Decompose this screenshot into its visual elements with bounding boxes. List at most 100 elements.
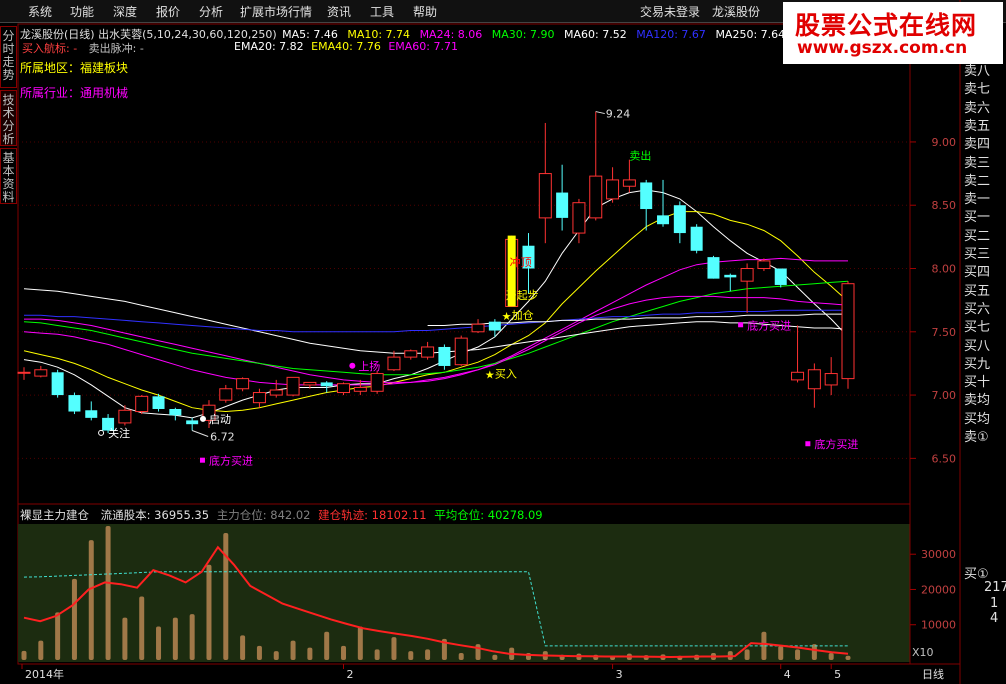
- volume-bar: [273, 651, 279, 660]
- indicator-name: 裸显主力建仓: [20, 508, 89, 522]
- volume-bar: [290, 640, 296, 660]
- volume-bar: [811, 644, 817, 660]
- candle: [841, 281, 855, 389]
- orderbook-sell-extra: 卖①: [964, 430, 989, 445]
- candle: [118, 405, 132, 426]
- volume-bar: [425, 649, 431, 660]
- candle-body-up: [404, 350, 418, 358]
- orderbook-buy-level: 买十: [964, 375, 991, 391]
- candle-body-up: [572, 202, 586, 234]
- candle: [353, 379, 367, 396]
- orderbook-buy-level: 买三: [964, 247, 991, 262]
- candle-body-up: [252, 392, 266, 404]
- candle-body-down: [438, 346, 451, 366]
- price-chart[interactable]: 30000 20000 10000 X10 9.00 8.50 8.00 7.50 7.00 6…: [0, 0, 1006, 684]
- volume-bar: [139, 596, 145, 660]
- candle-body-up: [34, 369, 48, 377]
- volume-bar: [172, 617, 178, 660]
- avg-position-label: 平均仓位: 40278.09: [434, 508, 543, 522]
- candle-body-up: [589, 175, 603, 219]
- candle: [370, 371, 384, 394]
- high-price-pointer: [595, 111, 605, 115]
- orderbook-buy-level: 买四: [964, 265, 991, 281]
- ma-60-label: MA60: 7.52: [564, 28, 627, 41]
- volume-bar: [55, 612, 61, 660]
- candle-body-up: [236, 378, 250, 390]
- signal-label: 上扬: [358, 359, 380, 373]
- volume-bar: [778, 645, 784, 660]
- volume-bar: [307, 647, 313, 660]
- orderbook-sell-level: 卖八: [964, 64, 991, 79]
- candle-body-up: [841, 283, 855, 380]
- indicator-multiplier: X10: [912, 646, 934, 659]
- volume-bar: [458, 652, 464, 660]
- orderbook-sell-level: 卖七: [964, 82, 991, 98]
- orderbook-sell-level: 卖六: [964, 100, 991, 116]
- price-tick-label: 7.50: [932, 326, 957, 339]
- x-tick-label: 5: [834, 668, 841, 681]
- ma-30-label: MA30: 7.90: [491, 28, 555, 41]
- ma-250-label: MA250: 7.64: [715, 28, 786, 41]
- candle: [252, 388, 266, 408]
- candle: [51, 369, 64, 398]
- candle-body-down: [724, 274, 737, 278]
- orderbook-buy-avg: 买均: [964, 411, 991, 427]
- candle-body-down: [657, 215, 670, 225]
- orderbook-number: 4: [990, 611, 999, 626]
- volume-bar: [206, 564, 212, 660]
- site-watermark: 股票公式在线网 www.gszx.com.cn: [783, 2, 1003, 64]
- candle-body-down: [186, 420, 199, 425]
- candle: [606, 167, 620, 203]
- high-price-label: 9.24: [606, 108, 631, 121]
- indicator-plot-bg: [18, 524, 910, 662]
- ma-120-label: MA120: 7.67: [636, 28, 706, 41]
- orderbook-buy-level: 买五: [964, 283, 991, 299]
- volume-bar: [845, 655, 851, 660]
- price-tick-label: 8.50: [932, 199, 957, 212]
- industry-line: 所属行业：通用机械: [20, 84, 128, 101]
- candle: [724, 273, 737, 292]
- volume-bar: [391, 637, 397, 660]
- price-tick-label: 7.00: [932, 389, 957, 402]
- candle: [690, 224, 703, 254]
- signal-label: 开起步: [506, 289, 539, 302]
- signal-label: 关注: [108, 426, 130, 440]
- float-shares-label: 流通股本: 36955.35: [100, 508, 210, 522]
- indicator-tick-label: 20000: [921, 583, 956, 596]
- candle-body-up: [807, 369, 821, 390]
- candle-body-up: [286, 376, 300, 396]
- candle: [337, 382, 351, 396]
- candle: [791, 325, 805, 383]
- ma-line-ma120: [24, 309, 848, 333]
- candle: [438, 344, 451, 370]
- industry-label: 所属行业：: [20, 86, 81, 100]
- candle: [169, 407, 182, 421]
- candle: [824, 357, 838, 396]
- candle-body-down: [68, 395, 81, 412]
- orderbook-buy-level: 买七: [964, 320, 991, 336]
- candle: [152, 393, 165, 412]
- candle: [538, 122, 552, 244]
- signal-marker: [98, 429, 105, 436]
- candle: [186, 417, 199, 431]
- candle-body-up: [219, 388, 233, 401]
- signal-label: 底方买进: [814, 437, 858, 451]
- volume-bar: [240, 635, 246, 660]
- watermark-title: 股票公式在线网: [795, 11, 978, 40]
- signal-label: 冲顶: [510, 255, 532, 269]
- candle-body-down: [51, 372, 64, 396]
- volume-bar: [744, 649, 750, 660]
- volume-bar: [357, 626, 363, 660]
- signal-marker: [199, 457, 205, 463]
- signal-marker: [805, 441, 811, 447]
- candle: [135, 395, 149, 415]
- volume-bar: [122, 617, 128, 660]
- sell-pulse-label: 卖出脉冲: -: [88, 42, 144, 55]
- volume-bar: [88, 540, 94, 660]
- candle: [404, 349, 418, 360]
- signal-marker: ★: [485, 368, 495, 381]
- volume-bar: [71, 578, 77, 660]
- signal-marker: [349, 362, 356, 369]
- orderbook-number: 217: [984, 580, 1006, 595]
- industry-value: 通用机械: [80, 86, 129, 100]
